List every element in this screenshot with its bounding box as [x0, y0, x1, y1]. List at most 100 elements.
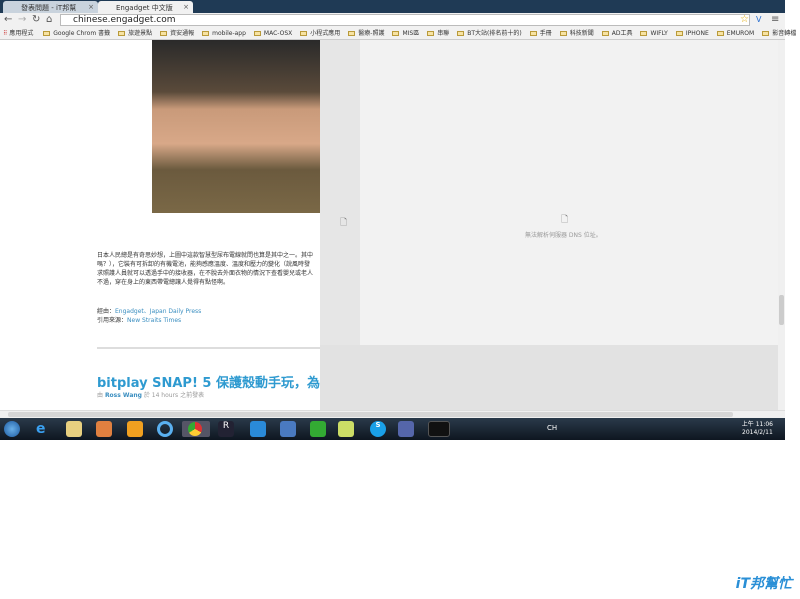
ie-icon[interactable]: e [36, 421, 52, 437]
app-icon[interactable] [310, 421, 326, 437]
byline: 由 Ross Wang 於 14 hours 之前發表 [97, 390, 204, 399]
divider [97, 347, 320, 349]
broken-page-icon: 🗋 [340, 218, 348, 228]
bookmark-folder[interactable]: MAC-OSX [253, 28, 293, 39]
start-button[interactable] [4, 421, 20, 437]
bookmark-label: mobile-app [212, 30, 246, 37]
folder-icon [559, 31, 567, 36]
extension-icon[interactable]: V [756, 15, 761, 24]
via-label: 經由： [97, 308, 116, 315]
taskbar: e R S CH 上午 11:06 2014/2/11 [0, 418, 785, 440]
bookmark-folder[interactable]: 科技新聞 [559, 28, 594, 39]
explorer-icon[interactable] [66, 421, 82, 437]
tab-label: Engadget 中文版 [116, 4, 173, 12]
folder-icon [43, 31, 51, 36]
teamviewer-icon[interactable] [250, 421, 266, 437]
remote-icon[interactable] [398, 421, 414, 437]
bookmark-folder[interactable]: MIS區 [392, 28, 419, 39]
forward-icon[interactable]: → [18, 14, 26, 25]
url-input[interactable]: chinese.engadget.com [60, 14, 750, 26]
bookmark-label: 影音轉檔 [772, 30, 797, 37]
byline-prefix: 由 [97, 392, 104, 399]
bookmark-folder[interactable]: 資安通報 [160, 28, 194, 39]
time: 上午 11:06 [741, 421, 773, 428]
app-icon[interactable] [157, 421, 173, 437]
article-headline[interactable]: bitplay SNAP! 5 保護殼動手玩，為你的 [97, 372, 320, 391]
rdp-icon[interactable]: R [218, 421, 234, 437]
article-text: 求照護人員就可以透過手中的接收器，在不脫去外面衣物的情況下查看嬰兒或老人 [97, 270, 314, 277]
article-column: 日本人民總是有奇思妙想，上圖中這款智慧型尿布電線就問也算是其中之一。其中 嗎？）… [0, 40, 320, 410]
folder-icon [392, 31, 400, 36]
error-message: 無法解析伺服器 DNS 位址。 [525, 232, 602, 239]
bookmark-folder[interactable]: WIFLY [640, 28, 668, 39]
source-link[interactable]: New Straits Times [127, 317, 181, 324]
bookmark-folder[interactable]: 手冊 [529, 28, 552, 39]
author-link[interactable]: Ross Wang [105, 392, 142, 399]
itbang-watermark-logo: iT邦幫忙 [735, 576, 792, 592]
folder-icon [202, 31, 210, 36]
error-frame: 🗋 無法解析伺服器 DNS 位址。 [360, 40, 778, 345]
folder-icon [716, 31, 724, 36]
broken-page-icon: 🗋 [561, 215, 569, 225]
bookmark-label: 串聯 [437, 30, 450, 37]
scroll-thumb[interactable] [779, 295, 784, 325]
source-label: 引用來源： [97, 317, 128, 324]
empty-region [320, 345, 778, 410]
bookmark-folder[interactable]: Google Chrom 書籤 [43, 28, 110, 39]
skype-icon[interactable]: S [370, 421, 386, 437]
cmd-icon[interactable] [428, 421, 450, 437]
article-photo [152, 40, 320, 213]
bookmark-label: 醫療-照護 [358, 30, 385, 37]
home-icon[interactable]: ⌂ [46, 14, 52, 25]
close-icon[interactable]: × [183, 3, 189, 11]
error-frame-small: 🗋 [320, 40, 360, 345]
bookmark-folder[interactable]: AD工具 [601, 28, 632, 39]
bookmark-label: MAC-OSX [263, 30, 293, 37]
folder-icon [675, 31, 683, 36]
tab-engadget[interactable]: Engadget 中文版 × [98, 1, 193, 13]
article-text: 嗎？），它裝有可拆卸的有機電池，能夠感應溫度、溫度和壓力的變化（說風時發 [97, 261, 311, 268]
bookmark-folder[interactable]: 旅遊景點 [118, 28, 152, 39]
chrome-icon[interactable] [182, 421, 210, 437]
folder-icon [601, 31, 609, 36]
bookmark-folder[interactable]: 小程式應用 [300, 28, 340, 39]
scroll-thumb[interactable] [8, 412, 733, 417]
bookmark-label: IPHONE [685, 30, 709, 37]
bookmark-label: 旅遊景點 [128, 30, 153, 37]
network-icon[interactable] [280, 421, 296, 437]
vertical-scrollbar[interactable] [778, 40, 785, 410]
menu-icon[interactable]: ≡ [771, 14, 779, 25]
folder-icon [762, 31, 770, 36]
back-icon[interactable]: ← [4, 14, 12, 25]
close-icon[interactable]: × [88, 3, 94, 11]
bookmark-label: Google Chrom 書籤 [53, 30, 111, 37]
star-icon[interactable]: ☆ [740, 14, 749, 25]
bookmark-label: MIS區 [402, 30, 420, 37]
horizontal-scrollbar[interactable] [0, 410, 785, 418]
bookmark-folder[interactable]: EMUROM [716, 28, 754, 39]
clock[interactable]: 上午 11:06 2014/2/11 [742, 421, 773, 437]
bookmark-label: 小程式應用 [310, 30, 341, 37]
reload-icon[interactable]: ↻ [32, 14, 40, 25]
folder-icon [640, 31, 648, 36]
bookmark-folder[interactable]: 醫療-照護 [348, 28, 384, 39]
ime-indicator[interactable]: CH [547, 424, 557, 432]
bookmark-label: 科技新聞 [569, 30, 594, 37]
via-link[interactable]: Engadget、Japan Daily Press [115, 308, 201, 315]
folder-icon [348, 31, 356, 36]
folder-icon [300, 31, 308, 36]
sticky-notes-icon[interactable] [338, 421, 354, 437]
bookmark-apps[interactable]: ⠿ 應用程式 [3, 28, 33, 39]
outlook-icon[interactable] [127, 421, 143, 437]
bookmark-label: WIFLY [650, 30, 668, 37]
bookmark-folder[interactable]: mobile-app [202, 28, 246, 39]
bookmark-folder[interactable]: IPHONE [675, 28, 709, 39]
byline-time: 於 14 hours 之前發表 [143, 392, 205, 399]
bookmark-folder[interactable]: 影音轉檔 [762, 28, 796, 39]
bookmark-folder[interactable]: 串聯 [427, 28, 449, 39]
bookmark-label: 應用程式 [9, 30, 34, 37]
tab-itbang[interactable]: 發表問題 - iT邦幫忙::IT知× [3, 1, 98, 22]
bookmark-folder[interactable]: BT大站(排名前十的) [457, 28, 522, 39]
media-player-icon[interactable] [96, 421, 112, 437]
folder-icon [427, 31, 435, 36]
